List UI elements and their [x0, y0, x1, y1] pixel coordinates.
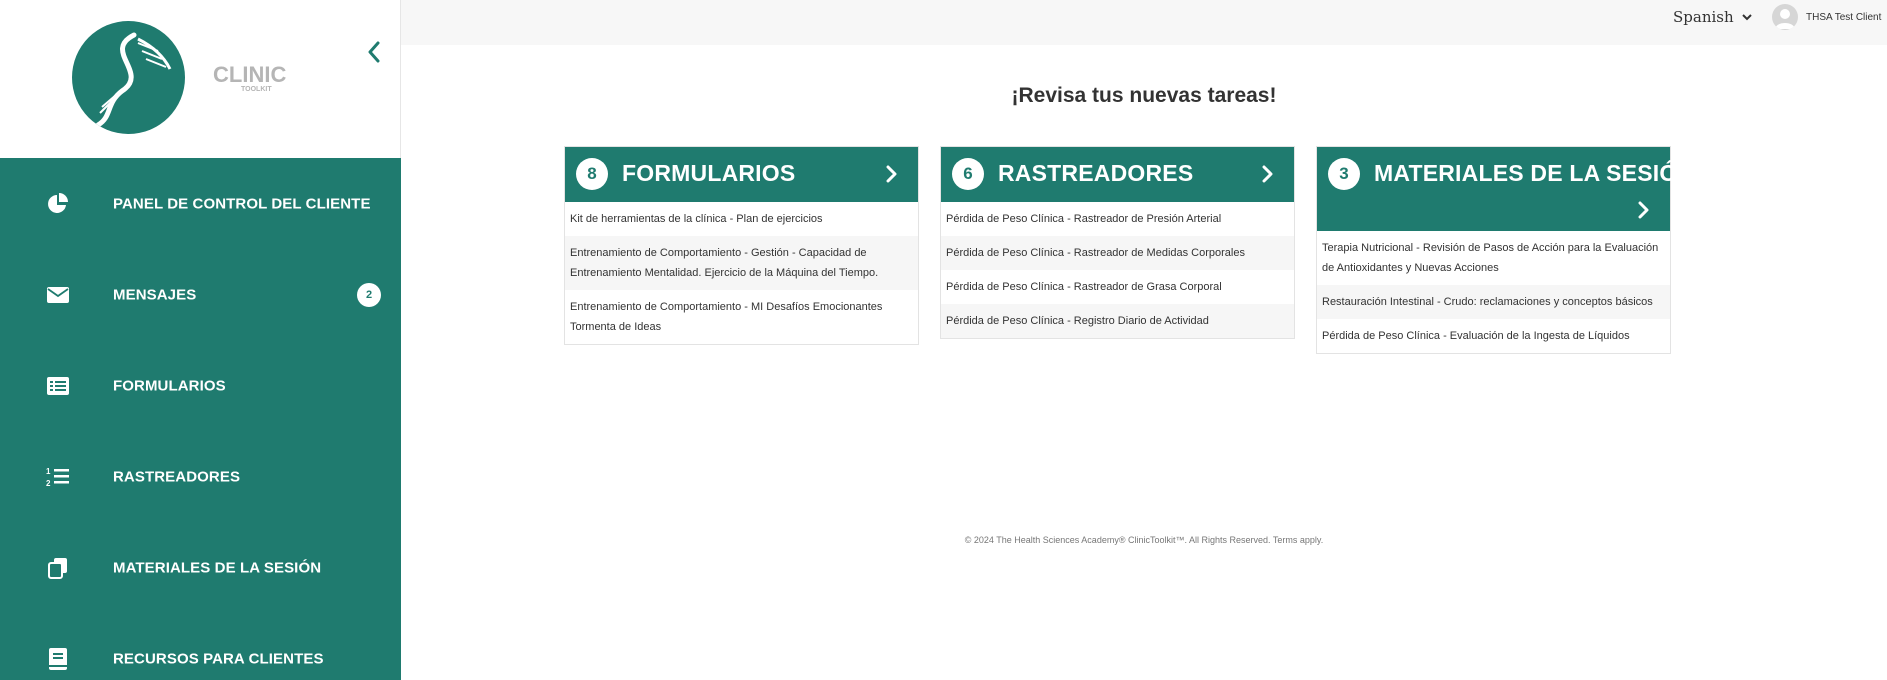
terms-link[interactable]: Terms apply.	[1273, 535, 1323, 545]
forms-card-title: FORMULARIOS	[622, 160, 796, 186]
forms-task-list: Kit de herramientas de la clínica - Plan…	[565, 202, 918, 344]
copy-icon	[45, 556, 71, 580]
collapse-sidebar-button[interactable]	[362, 38, 386, 66]
numbered-list-icon: 12	[45, 465, 71, 489]
list-item[interactable]: Pérdida de Peso Clínica - Rastreador de …	[941, 202, 1294, 236]
trackers-task-list: Pérdida de Peso Clínica - Rastreador de …	[941, 202, 1294, 338]
sidebar-item-trackers[interactable]: 12 RASTREADORES	[0, 431, 401, 522]
dna-logo-icon[interactable]	[72, 21, 185, 134]
copyright-text: © 2024 The Health Sciences Academy® Clin…	[964, 535, 1271, 545]
form-list-icon	[45, 374, 71, 398]
list-item[interactable]: Kit de herramientas de la clínica - Plan…	[565, 202, 918, 236]
list-item[interactable]: Pérdida de Peso Clínica - Registro Diari…	[941, 304, 1294, 338]
sidebar-nav: PANEL DE CONTROL DEL CLIENTE MENSAJES FO…	[0, 158, 401, 680]
forms-card-header[interactable]: 8 FORMULARIOS	[565, 147, 918, 202]
list-item[interactable]: Pérdida de Peso Clínica - Rastreador de …	[941, 236, 1294, 270]
sidebar-item-session-materials[interactable]: MATERIALES DE LA SESIÓN	[0, 522, 401, 613]
sidebar-header: CLINIC TOOLKIT	[0, 0, 401, 158]
sidebar-item-messages[interactable]: MENSAJES	[0, 249, 401, 340]
trackers-card: 6 RASTREADORES Pérdida de Peso Clínica -…	[940, 146, 1295, 339]
top-bar	[401, 0, 1887, 45]
session-materials-task-list: Terapia Nutricional - Revisión de Pasos …	[1317, 231, 1670, 353]
session-materials-card-header[interactable]: 3 MATERIALES DE LA SESIÓN	[1317, 147, 1694, 231]
chevron-right-icon	[1636, 199, 1652, 221]
sidebar-item-label: FORMULARIOS	[113, 377, 226, 394]
avatar	[1772, 4, 1798, 30]
svg-text:1: 1	[46, 467, 51, 476]
session-materials-card: 3 MATERIALES DE LA SESIÓN Terapia Nutric…	[1316, 146, 1694, 354]
language-label: Spanish	[1673, 8, 1734, 26]
user-menu[interactable]: THSA Test Client	[1772, 4, 1881, 30]
chevron-left-icon	[368, 41, 380, 63]
pie-chart-icon	[45, 192, 71, 216]
forms-count-badge: 8	[576, 158, 608, 190]
sidebar-item-forms[interactable]: FORMULARIOS	[0, 340, 401, 431]
trackers-card-title: RASTREADORES	[998, 160, 1194, 186]
envelope-icon	[45, 283, 71, 307]
list-item[interactable]: Terapia Nutricional - Revisión de Pasos …	[1317, 231, 1670, 285]
list-item[interactable]: Entrenamiento de Comportamiento - Gestió…	[565, 236, 918, 290]
list-item[interactable]: Restauración Intestinal - Crudo: reclama…	[1317, 285, 1670, 319]
sidebar-item-label: RASTREADORES	[113, 468, 241, 485]
trackers-count-badge: 6	[952, 158, 984, 190]
page-title: ¡Revisa tus nuevas tareas!	[1011, 84, 1277, 107]
chevron-right-icon	[884, 163, 900, 185]
forms-card: 8 FORMULARIOS Kit de herramientas de la …	[564, 146, 919, 345]
list-item[interactable]: Pérdida de Peso Clínica - Evaluación de …	[1317, 319, 1670, 353]
sidebar-item-label: MATERIALES DE LA SESIÓN	[113, 559, 322, 576]
messages-unread-badge: 2	[357, 283, 381, 307]
sidebar-item-label: RECURSOS PARA CLIENTES	[113, 650, 324, 667]
logo-subtext: TOOLKIT	[241, 86, 272, 93]
clinic-toolkit-logo: CLINIC TOOLKIT	[211, 58, 303, 94]
book-icon	[45, 647, 71, 671]
sidebar-item-client-resources[interactable]: RECURSOS PARA CLIENTES	[0, 613, 401, 680]
language-selector[interactable]: Spanish	[1673, 8, 1752, 26]
session-materials-card-title: MATERIALES DE LA SESIÓN	[1374, 160, 1695, 186]
sidebar-item-label: PANEL DE CONTROL DEL CLIENTE	[113, 195, 371, 212]
sidebar-item-label: MENSAJES	[113, 286, 197, 303]
chevron-right-icon	[1260, 163, 1276, 185]
logo-text: CLINIC	[213, 62, 286, 87]
sidebar-item-client-dashboard[interactable]: PANEL DE CONTROL DEL CLIENTE	[0, 158, 401, 249]
user-name: THSA Test Client	[1806, 11, 1882, 23]
svg-text:2: 2	[46, 479, 51, 488]
trackers-card-header[interactable]: 6 RASTREADORES	[941, 147, 1294, 202]
session-materials-count-badge: 3	[1328, 158, 1360, 190]
list-item[interactable]: Pérdida de Peso Clínica - Rastreador de …	[941, 270, 1294, 304]
list-item[interactable]: Entrenamiento de Comportamiento - MI Des…	[565, 290, 918, 344]
chevron-down-icon	[1741, 13, 1752, 20]
footer: © 2024 The Health Sciences Academy® Clin…	[401, 535, 1887, 545]
sidebar: CLINIC TOOLKIT PANEL DE CONTROL DEL CLIE…	[0, 0, 401, 680]
